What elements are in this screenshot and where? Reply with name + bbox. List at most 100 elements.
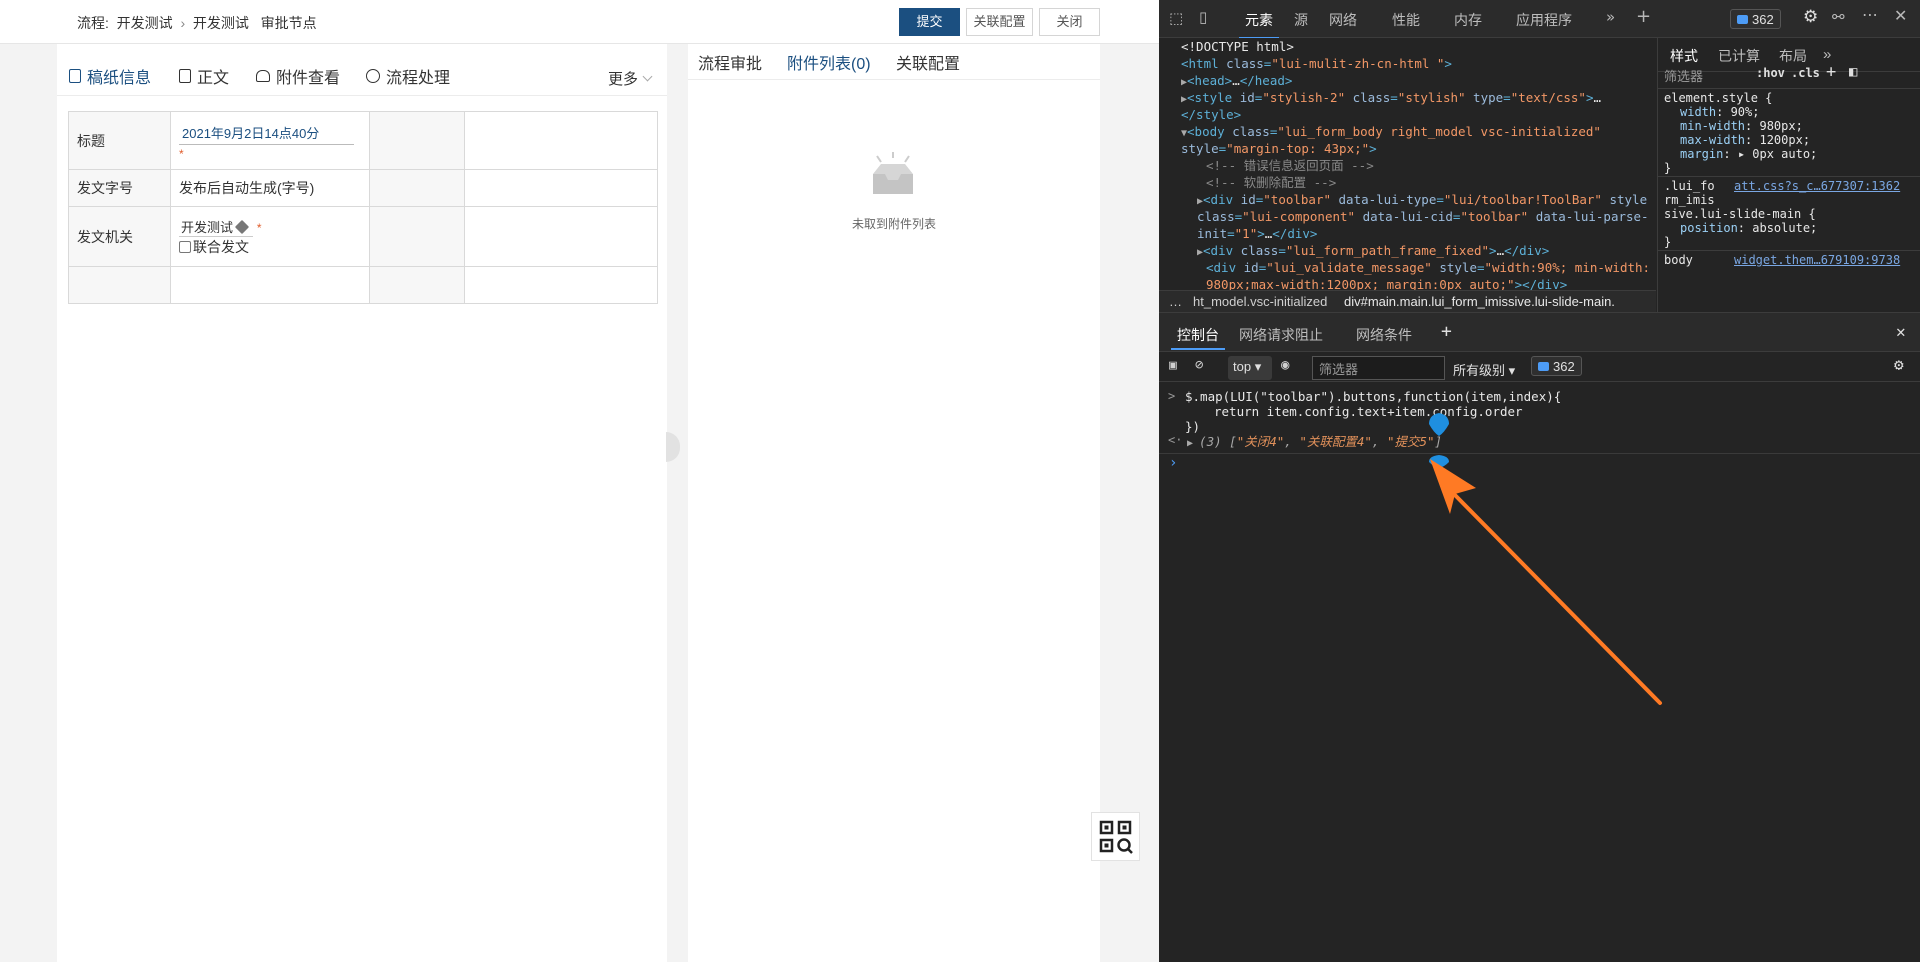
- top-toolbar: 流程: 开发测试 › 开发测试 审批节点 提交 关联配置 关闭: [0, 0, 1159, 44]
- dom-comment[interactable]: <!-- 错误信息返回页面 -->: [1206, 157, 1374, 174]
- form-app: 流程: 开发测试 › 开发测试 审批节点 提交 关联配置 关闭 稿纸信息 正文 …: [0, 0, 1159, 962]
- add-tab-icon[interactable]: +: [1636, 6, 1651, 27]
- panel-collapse-handle[interactable]: [666, 432, 680, 462]
- console-toolbar: ▣ ⊘ top ▾ ◉ 筛选器 所有级别 ▾ 362 ⚙: [1159, 352, 1920, 382]
- clear-console-icon[interactable]: ⊘: [1195, 357, 1203, 373]
- table-row: 发文机关 开发测试 * 联合发文: [68, 206, 658, 267]
- flow-icon: [366, 69, 380, 83]
- tab-layout[interactable]: 布局: [1779, 46, 1807, 66]
- more-tabs-icon[interactable]: »: [1823, 46, 1831, 63]
- add-rule-icon[interactable]: +: [1826, 62, 1836, 82]
- tab-application[interactable]: 应用程序: [1516, 10, 1572, 30]
- tab-attachment-list[interactable]: 附件列表(0): [787, 50, 871, 74]
- empty-cell: [369, 169, 465, 207]
- tab-console[interactable]: 控制台: [1171, 325, 1225, 350]
- dom-line[interactable]: ▶<style id="stylish-2" class="stylish" t…: [1181, 89, 1601, 108]
- style-prop[interactable]: margin: ▸ 0px auto;: [1680, 146, 1817, 162]
- console-prompt-caret[interactable]: ›: [1169, 456, 1177, 471]
- tab-flow[interactable]: 流程处理: [366, 64, 450, 88]
- stylesheet-link[interactable]: att.css?s_c…677307:1362: [1734, 178, 1900, 194]
- more-tabs-icon[interactable]: »: [1606, 8, 1615, 26]
- log-level-select[interactable]: 所有级别 ▾: [1453, 360, 1515, 379]
- tab-body[interactable]: 正文: [179, 64, 229, 88]
- breadcrumb-more[interactable]: …: [1169, 294, 1182, 309]
- dom-line[interactable]: class="lui-component" data-lui-cid="tool…: [1197, 208, 1649, 225]
- gear-icon[interactable]: ⚙: [1894, 355, 1904, 374]
- joint-issue-checkbox[interactable]: [179, 240, 191, 253]
- console-result[interactable]: ▶ (3) ["关闭4", "关联配置4", "提交5"]: [1187, 434, 1442, 451]
- eye-icon[interactable]: ◉: [1281, 357, 1289, 373]
- sidebar-toggle-icon[interactable]: ◧: [1849, 64, 1857, 80]
- close-button[interactable]: 关闭: [1039, 8, 1100, 36]
- console-input-line[interactable]: $.map(LUI("toolbar").buttons,function(it…: [1185, 389, 1561, 404]
- tab-elements[interactable]: 元素: [1239, 10, 1279, 39]
- breadcrumb-item-1[interactable]: 开发测试: [117, 15, 173, 31]
- stylesheet-link[interactable]: widget.them…679109:9738: [1734, 252, 1900, 268]
- context-select[interactable]: top ▾: [1228, 356, 1272, 380]
- device-toggle-icon[interactable]: ▯: [1199, 8, 1207, 26]
- breadcrumb-body[interactable]: ht_model.vsc-initialized: [1193, 294, 1327, 309]
- tab-network-conditions[interactable]: 网络条件: [1356, 325, 1412, 345]
- close-icon[interactable]: ✕: [1894, 6, 1907, 25]
- dom-line[interactable]: style="margin-top: 43px;">: [1181, 140, 1377, 157]
- org-selector[interactable]: 开发测试: [179, 217, 254, 237]
- tab-styles[interactable]: 样式: [1670, 46, 1698, 66]
- qr-code-button[interactable]: [1091, 812, 1140, 861]
- dom-line[interactable]: <div id="lui_validate_message" style="wi…: [1206, 259, 1650, 276]
- console-filter-input[interactable]: 筛选器: [1312, 356, 1445, 380]
- tab-relation-config[interactable]: 关联配置: [896, 50, 960, 74]
- more-dropdown[interactable]: 更多: [608, 68, 653, 89]
- issues-badge[interactable]: 362: [1531, 356, 1582, 376]
- tab-attachments[interactable]: 附件查看: [256, 64, 340, 88]
- breadcrumb-item-2[interactable]: 开发测试: [193, 15, 249, 31]
- inspect-icon[interactable]: ⬚: [1169, 9, 1183, 27]
- tab-label: 稿纸信息: [87, 70, 152, 87]
- cls-toggle[interactable]: .cls: [1791, 66, 1820, 80]
- console-input-line[interactable]: }): [1185, 419, 1200, 434]
- tab-memory[interactable]: 内存: [1454, 10, 1482, 30]
- sidebar-toggle-icon[interactable]: ▣: [1169, 358, 1177, 373]
- connect-icon[interactable]: ⚯: [1832, 8, 1845, 26]
- console-output: > $.map(LUI("toolbar").buttons,function(…: [1159, 382, 1920, 962]
- relation-config-button[interactable]: 关联配置: [966, 8, 1033, 36]
- kebab-menu-icon[interactable]: ⋯: [1862, 5, 1878, 24]
- dom-line[interactable]: </style>: [1181, 106, 1241, 123]
- dom-line[interactable]: <!DOCTYPE html>: [1181, 38, 1294, 55]
- add-tab-icon[interactable]: +: [1441, 321, 1452, 342]
- tab-label: 流程处理: [386, 70, 451, 87]
- tab-network[interactable]: 网络: [1329, 10, 1357, 30]
- tab-flow-approval[interactable]: 流程审批: [698, 50, 762, 74]
- issues-count: 362: [1752, 12, 1774, 27]
- drawer-tabbar: 控制台 网络请求阻止 网络条件 + ✕: [1159, 312, 1920, 352]
- style-prop[interactable]: position: absolute;: [1680, 220, 1817, 236]
- gear-icon[interactable]: ⚙: [1803, 7, 1818, 27]
- tab-performance[interactable]: 性能: [1392, 10, 1420, 30]
- hov-toggle[interactable]: :hov: [1756, 66, 1785, 80]
- tab-computed[interactable]: 已计算: [1718, 46, 1760, 66]
- close-icon[interactable]: ✕: [1896, 322, 1906, 341]
- rule-close: }: [1664, 235, 1672, 249]
- dom-line[interactable]: <html class="lui-mulit-zh-cn-html ">: [1181, 55, 1452, 72]
- tab-network-blocking[interactable]: 网络请求阻止: [1239, 325, 1323, 345]
- dom-line[interactable]: init="1">…</div>: [1197, 225, 1317, 242]
- tab-draft-info[interactable]: 稿纸信息: [69, 64, 151, 88]
- console-input-line[interactable]: return item.config.text+item.config.orde…: [1214, 404, 1523, 419]
- submit-button[interactable]: 提交: [899, 8, 960, 36]
- empty-cell: [464, 169, 658, 207]
- org-value: 开发测试: [181, 219, 234, 235]
- empty-cell: [464, 111, 658, 170]
- tag-icon[interactable]: [234, 219, 250, 234]
- issues-badge[interactable]: 362: [1730, 9, 1781, 29]
- devtools-panel: ⬚ ▯ 元素 源 网络 性能 内存 应用程序 » + 362 ⚙ ⚯ ⋯ ✕ <…: [1159, 0, 1920, 962]
- dom-breadcrumb: … ht_model.vsc-initialized div#main.main…: [1159, 290, 1656, 312]
- tab-sources[interactable]: 源: [1294, 10, 1308, 30]
- title-input[interactable]: 2021年9月2日14点40分: [179, 121, 354, 145]
- breadcrumb-main[interactable]: div#main.main.lui_form_imissive.lui-slid…: [1344, 294, 1615, 309]
- divider: [1159, 453, 1920, 454]
- breadcrumb-item-3: 审批节点: [260, 15, 317, 31]
- dom-comment[interactable]: <!-- 软删除配置 -->: [1206, 174, 1336, 191]
- table-row: 标题 2021年9月2日14点40分 *: [68, 111, 658, 170]
- breadcrumb-separator: ›: [180, 15, 186, 31]
- styles-filter-input[interactable]: 筛选器: [1664, 66, 1703, 85]
- styles-pane: 样式 已计算 布局 » 筛选器 :hov .cls + ◧ element.st…: [1657, 38, 1920, 312]
